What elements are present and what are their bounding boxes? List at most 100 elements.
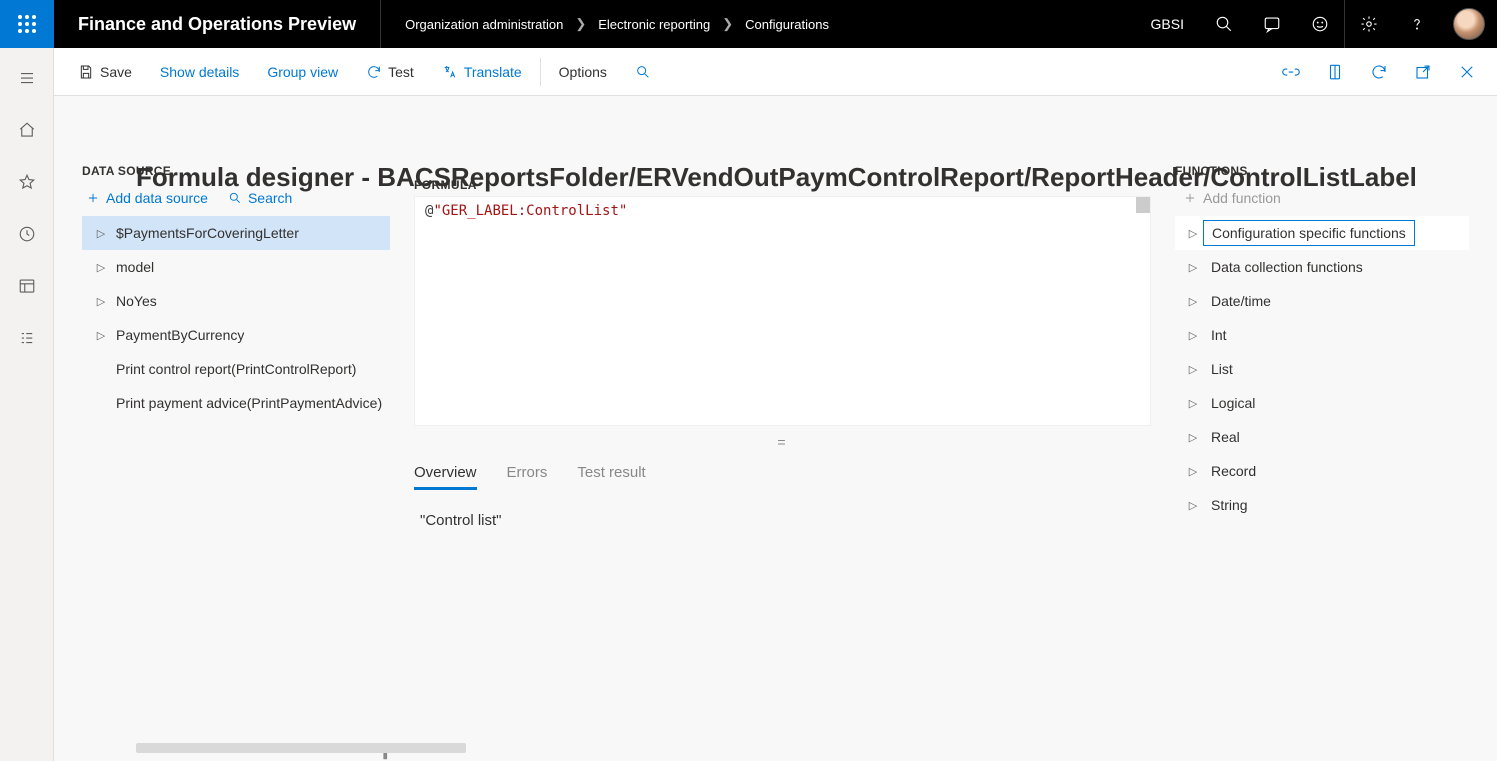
data-source-item[interactable]: Print payment advice(PrintPaymentAdvice) bbox=[82, 386, 390, 420]
data-source-item[interactable]: ▷$PaymentsForCoveringLetter bbox=[82, 216, 390, 250]
group-view-button[interactable]: Group view bbox=[253, 48, 352, 96]
home-icon[interactable] bbox=[0, 112, 54, 148]
save-label: Save bbox=[100, 64, 132, 80]
overview-value: "Control list" bbox=[414, 506, 1151, 529]
data-source-item[interactable]: ▷PaymentByCurrency bbox=[82, 318, 390, 352]
function-group-item[interactable]: ▷Logical bbox=[1175, 386, 1469, 420]
help-icon[interactable] bbox=[1393, 0, 1441, 48]
data-source-item[interactable]: ▷NoYes bbox=[82, 284, 390, 318]
breadcrumb-item[interactable]: Configurations bbox=[745, 17, 829, 32]
app-title: Finance and Operations Preview bbox=[54, 14, 380, 35]
chevron-right-icon: ❯ bbox=[722, 16, 733, 32]
star-icon[interactable] bbox=[0, 164, 54, 200]
function-group-item[interactable]: ▷Int bbox=[1175, 318, 1469, 352]
scrollbar-thumb[interactable] bbox=[1136, 197, 1150, 213]
company-picker[interactable]: GBSI bbox=[1135, 16, 1200, 32]
smiley-icon[interactable] bbox=[1296, 0, 1344, 48]
chevron-right-icon: ▷ bbox=[1183, 329, 1203, 342]
function-group-label: Date/time bbox=[1203, 289, 1279, 313]
command-bar: Save Show details Group view Test Transl… bbox=[54, 48, 1497, 96]
search-icon[interactable] bbox=[1200, 0, 1248, 48]
waffle-icon bbox=[17, 14, 37, 34]
data-source-item-label: model bbox=[110, 259, 154, 275]
left-nav-rail bbox=[0, 48, 54, 761]
find-button[interactable] bbox=[621, 48, 665, 96]
plus-icon bbox=[86, 191, 100, 205]
function-group-item[interactable]: ▷List bbox=[1175, 352, 1469, 386]
refresh-icon bbox=[366, 64, 382, 80]
recent-icon[interactable] bbox=[0, 216, 54, 252]
show-details-label: Show details bbox=[160, 64, 239, 80]
function-group-item[interactable]: ▷Record bbox=[1175, 454, 1469, 488]
function-group-item[interactable]: ▷Configuration specific functions bbox=[1175, 216, 1469, 250]
test-label: Test bbox=[388, 64, 414, 80]
data-source-item-label: PaymentByCurrency bbox=[110, 327, 244, 343]
function-group-item[interactable]: ▷Data collection functions bbox=[1175, 250, 1469, 284]
formula-editor[interactable]: @"GER_LABEL:ControlList" bbox=[414, 196, 1151, 426]
chevron-right-icon: ▷ bbox=[1183, 499, 1203, 512]
chevron-right-icon: ▷ bbox=[1183, 397, 1203, 410]
show-details-button[interactable]: Show details bbox=[146, 48, 253, 96]
function-group-item[interactable]: ▷String bbox=[1175, 488, 1469, 522]
divider bbox=[540, 58, 541, 86]
chevron-right-icon: ▷ bbox=[1183, 261, 1203, 274]
breadcrumb-item[interactable]: Electronic reporting bbox=[598, 17, 710, 32]
page-icon[interactable] bbox=[1315, 48, 1355, 96]
result-tabs: Overview Errors Test result bbox=[414, 458, 1151, 490]
topbar: Finance and Operations Preview Organizat… bbox=[0, 0, 1497, 48]
data-source-tree: ▷$PaymentsForCoveringLetter▷model▷NoYes▷… bbox=[82, 216, 390, 748]
function-group-label: Real bbox=[1203, 425, 1248, 449]
options-button[interactable]: Options bbox=[545, 48, 621, 96]
function-group-label: List bbox=[1203, 357, 1241, 381]
test-button[interactable]: Test bbox=[352, 48, 428, 96]
chevron-right-icon: ▷ bbox=[1183, 227, 1203, 240]
hamburger-icon[interactable] bbox=[0, 60, 54, 96]
data-source-item-label: Print payment advice(PrintPaymentAdvice) bbox=[110, 395, 382, 411]
tab-errors[interactable]: Errors bbox=[507, 458, 548, 490]
search-icon bbox=[635, 64, 651, 80]
data-source-item-label: NoYes bbox=[110, 293, 157, 309]
translate-label: Translate bbox=[464, 64, 522, 80]
chevron-right-icon: ▷ bbox=[92, 329, 110, 342]
formula-string: "GER_LABEL:ControlList" bbox=[433, 203, 627, 219]
chevron-right-icon: ▷ bbox=[1183, 295, 1203, 308]
function-group-label: String bbox=[1203, 493, 1256, 517]
close-icon[interactable] bbox=[1447, 48, 1487, 96]
chevron-right-icon: ▷ bbox=[1183, 465, 1203, 478]
modules-icon[interactable] bbox=[0, 320, 54, 356]
group-view-label: Group view bbox=[267, 64, 338, 80]
avatar[interactable] bbox=[1453, 8, 1485, 40]
save-button[interactable]: Save bbox=[64, 48, 146, 96]
function-group-label: Configuration specific functions bbox=[1203, 220, 1415, 246]
tab-overview[interactable]: Overview bbox=[414, 458, 477, 490]
data-source-item-label: Print control report(PrintControlReport) bbox=[110, 361, 356, 377]
chevron-right-icon: ▷ bbox=[92, 261, 110, 274]
data-source-item[interactable]: ▷model bbox=[82, 250, 390, 284]
link-icon[interactable] bbox=[1271, 48, 1311, 96]
page-title: Formula designer - BACSReportsFolder/ERV… bbox=[136, 162, 1469, 193]
workspaces-icon[interactable] bbox=[0, 268, 54, 304]
chevron-right-icon: ▷ bbox=[1183, 431, 1203, 444]
popout-icon[interactable] bbox=[1403, 48, 1443, 96]
breadcrumb-item[interactable]: Organization administration bbox=[405, 17, 563, 32]
messages-icon[interactable] bbox=[1248, 0, 1296, 48]
function-group-item[interactable]: ▷Date/time bbox=[1175, 284, 1469, 318]
data-source-item-label: $PaymentsForCoveringLetter bbox=[110, 225, 299, 241]
chevron-right-icon: ▷ bbox=[1183, 363, 1203, 376]
save-icon bbox=[78, 64, 94, 80]
translate-icon bbox=[442, 64, 458, 80]
waffle-launcher[interactable] bbox=[0, 0, 54, 48]
options-label: Options bbox=[559, 64, 607, 80]
tab-test-result[interactable]: Test result bbox=[577, 458, 645, 490]
refresh-icon[interactable] bbox=[1359, 48, 1399, 96]
topbar-right: GBSI bbox=[1135, 0, 1497, 48]
chevron-right-icon: ❯ bbox=[575, 16, 586, 32]
horizontal-grip-icon[interactable]: = bbox=[414, 426, 1151, 458]
translate-button[interactable]: Translate bbox=[428, 48, 536, 96]
function-group-item[interactable]: ▷Real bbox=[1175, 420, 1469, 454]
data-source-item[interactable]: Print control report(PrintControlReport) bbox=[82, 352, 390, 386]
horizontal-scrollbar[interactable] bbox=[136, 743, 466, 753]
function-group-label: Logical bbox=[1203, 391, 1263, 415]
breadcrumb: Organization administration ❯ Electronic… bbox=[381, 16, 829, 32]
gear-icon[interactable] bbox=[1345, 0, 1393, 48]
